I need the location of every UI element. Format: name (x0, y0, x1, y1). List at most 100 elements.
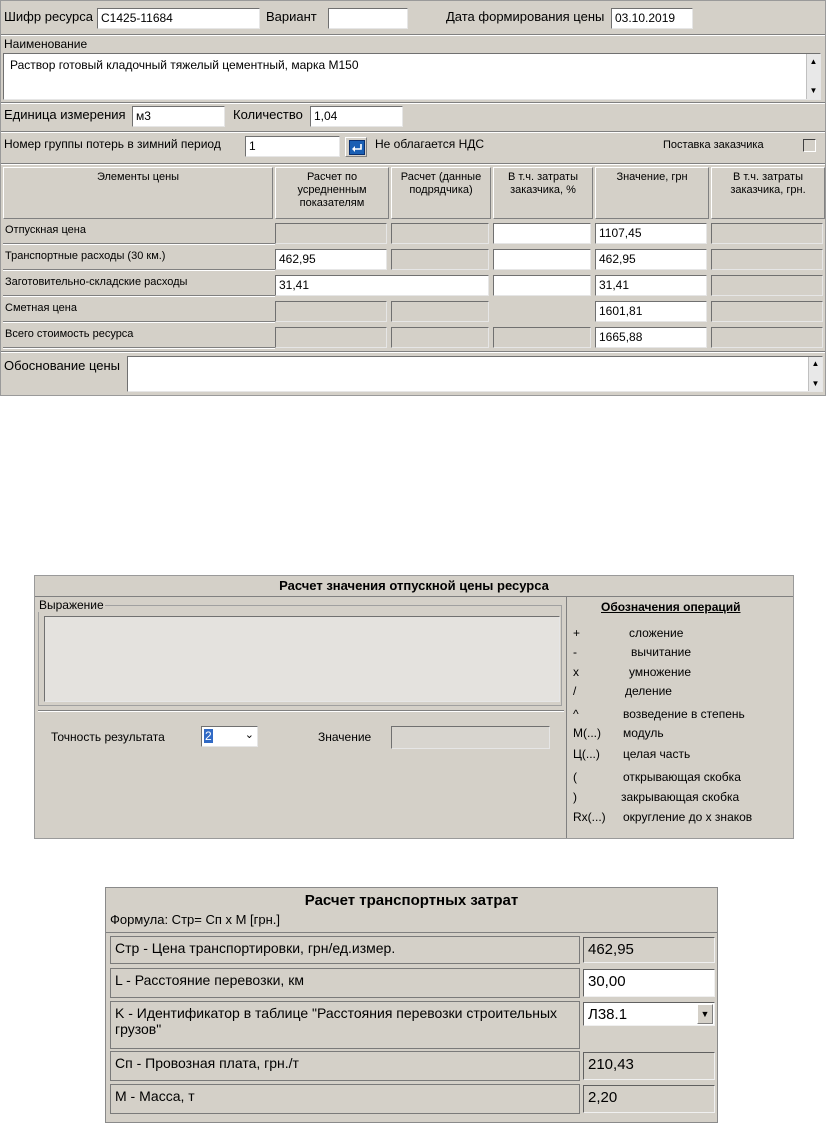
quantity-field[interactable]: 1,04 (310, 106, 403, 127)
cell-avg (275, 301, 387, 322)
cell-contractor (391, 327, 489, 348)
value-label: Значение (318, 730, 372, 744)
cell-customer_uah (711, 249, 823, 270)
op-symbol: / (573, 684, 577, 698)
cell-value[interactable]: 1601,81 (595, 301, 707, 322)
date-field[interactable]: 03.10.2019 (611, 8, 693, 29)
row-identifier-value-text: Л38.1 (588, 1006, 628, 1023)
cell-value[interactable]: 31,41 (595, 275, 707, 296)
cell-customer_uah (711, 301, 823, 322)
cell-customer_uah (711, 223, 823, 244)
divider (38, 710, 564, 712)
resource-code-field[interactable]: С1425-11684 (97, 8, 260, 29)
name-text: Раствор готовый кладочный тяжелый цемент… (10, 58, 359, 72)
quantity-label: Количество (233, 107, 303, 122)
header-customer-uah: В т.ч. затраты заказчика, грн. (711, 167, 825, 219)
cell-value[interactable]: 462,95 (595, 249, 707, 270)
name-label: Наименование (4, 37, 88, 51)
row-freight-fee-value: 210,43 (583, 1052, 715, 1080)
header-contractor-calc: Расчет (данные подрядчика) (391, 167, 491, 219)
cell-contractor (391, 249, 489, 270)
cell-customer_pct[interactable] (493, 223, 591, 244)
op-symbol: ( (573, 770, 577, 784)
op-symbol: x (573, 665, 579, 679)
op-description: сложение (629, 626, 684, 640)
resource-price-form: Шифр ресурса С1425-11684 Вариант Дата фо… (0, 0, 826, 396)
op-description: умножение (629, 665, 691, 679)
row-divider (3, 295, 275, 297)
chevron-down-icon[interactable]: ⌄ (245, 728, 254, 741)
unit-field[interactable]: м3 (132, 106, 225, 127)
row-label: Отпускная цена (5, 224, 86, 236)
cell-avg (275, 223, 387, 244)
ops-title: Обозначения операций (601, 600, 741, 614)
row-divider (3, 321, 275, 323)
transport-cost-form: Расчет транспортных затрат Формула: Стр=… (105, 887, 718, 1123)
form-title: Расчет значения отпускной цены ресурса (35, 576, 793, 597)
row-divider (3, 269, 275, 271)
value-field (391, 726, 550, 749)
cell-avg[interactable]: 462,95 (275, 249, 387, 270)
divider (106, 932, 717, 933)
customer-supply-label: Поставка заказчика (663, 139, 764, 151)
divider (1, 351, 825, 353)
op-symbol: ^ (573, 707, 579, 721)
winter-group-field[interactable]: 1 (245, 136, 340, 157)
variant-field[interactable] (328, 8, 408, 29)
row-mass-label: М - Масса, т (110, 1084, 580, 1114)
row-label: Сметная цена (5, 302, 77, 314)
divider (1, 102, 825, 104)
divider (566, 597, 567, 838)
row-distance-label: L - Расстояние перевозки, км (110, 968, 580, 998)
op-symbol: ) (573, 790, 577, 804)
op-symbol: М(...) (573, 726, 601, 740)
divider (1, 34, 825, 36)
row-identifier-value[interactable]: Л38.1 ▼ (583, 1002, 715, 1026)
resource-code-label: Шифр ресурса (4, 9, 93, 24)
scroll-up-icon[interactable]: ▲ (810, 358, 821, 370)
row-distance-value[interactable]: 30,00 (583, 969, 715, 997)
justification-scrollbar[interactable]: ▲ ▼ (808, 357, 822, 391)
op-description: вычитание (631, 645, 691, 659)
row-transport-price-value-text: 462,95 (588, 941, 634, 958)
lookup-button[interactable] (345, 137, 367, 157)
cell-customer_pct (493, 327, 591, 348)
enter-arrow-icon (349, 140, 365, 155)
precision-select[interactable]: 2 ⌄ (201, 726, 258, 747)
op-description: закрывающая скобка (621, 790, 740, 804)
cell-customer_uah (711, 275, 823, 296)
justification-field[interactable]: ▲ ▼ (127, 356, 823, 392)
scroll-down-icon[interactable]: ▼ (810, 378, 821, 390)
cell-customer_pct[interactable] (493, 249, 591, 270)
row-transport-price-label: Стр - Цена транспортировки, грн/ед.измер… (110, 936, 580, 964)
variant-label: Вариант (266, 9, 317, 24)
name-field[interactable]: Раствор готовый кладочный тяжелый цемент… (3, 53, 821, 100)
cell-value[interactable]: 1107,45 (595, 223, 707, 244)
header-avg-calc: Расчет по усредненным показателям (275, 167, 389, 219)
justification-label: Обоснование цены (4, 358, 121, 373)
row-mass-value: 2,20 (583, 1085, 715, 1113)
op-description: целая часть (623, 747, 691, 761)
cell-avg[interactable]: 31,41 (275, 275, 489, 296)
row-distance-value-text: 30,00 (588, 973, 626, 990)
customer-supply-checkbox[interactable] (803, 139, 816, 152)
op-symbol: - (573, 645, 577, 659)
cell-value[interactable]: 1665,88 (595, 327, 707, 348)
divider (1, 131, 825, 133)
unit-label: Единица измерения (4, 107, 126, 122)
no-vat-label: Не облагается НДС (375, 137, 485, 151)
op-symbol: + (573, 626, 581, 640)
form-title: Расчет транспортных затрат (304, 892, 519, 909)
cell-customer_uah (711, 327, 823, 348)
chevron-down-icon[interactable]: ▼ (697, 1004, 713, 1024)
cell-avg (275, 327, 387, 348)
expression-field[interactable] (44, 616, 560, 702)
row-label: Заготовительно-складские расходы (5, 276, 188, 288)
formula-text: Формула: Стр= Сп х М [грн.] (110, 912, 281, 927)
cell-customer_pct[interactable] (493, 275, 591, 296)
header-elements: Элементы цены (3, 167, 273, 219)
name-scrollbar[interactable]: ▲ ▼ (806, 54, 820, 99)
scroll-up-icon[interactable]: ▲ (808, 56, 819, 68)
release-price-calc-form: Расчет значения отпускной цены ресурса В… (34, 575, 794, 839)
scroll-down-icon[interactable]: ▼ (808, 85, 819, 97)
